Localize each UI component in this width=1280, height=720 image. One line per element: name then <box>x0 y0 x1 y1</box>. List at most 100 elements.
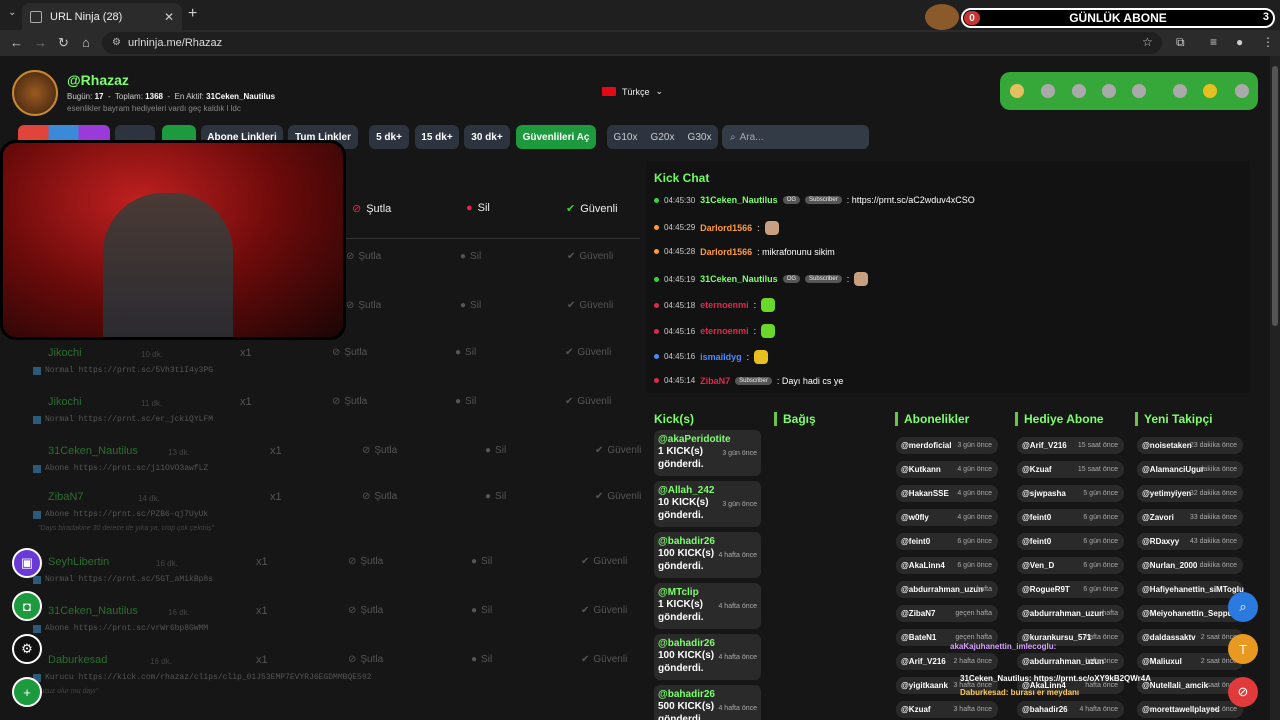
row-username[interactable]: ZibaN7 <box>48 491 83 503</box>
abonelikler-pill[interactable]: @ZibaN7 geçen hafta <box>896 605 998 622</box>
abonelikler-pill[interactable]: @w0fly 4 gün önce <box>896 509 998 526</box>
row-guvenli-action[interactable]: ✔ Güvenli <box>581 605 627 616</box>
row-sil-action[interactable]: ● Sil <box>471 556 492 567</box>
takipci-pill[interactable]: @noisetaken 23 dakika önce <box>1137 437 1243 454</box>
row-username[interactable]: Daburkesad <box>48 654 107 666</box>
abonelikler-pill[interactable]: @Kutkann 4 gün önce <box>896 461 998 478</box>
page-scrollbar[interactable] <box>1270 56 1280 720</box>
row-link[interactable]: Normal https://prnt.sc/5GT_aMikBp8s <box>33 575 213 584</box>
search-float-icon[interactable]: ⌕ <box>1228 592 1258 622</box>
chat-username[interactable]: ZibaN7 <box>700 376 730 386</box>
search-input[interactable]: ⌕ Ara... <box>722 125 869 149</box>
row-sil-action[interactable]: ● Sil <box>455 347 476 358</box>
tab-search-icon[interactable]: ⌄ <box>8 7 16 18</box>
hediye-pill[interactable]: @sjwpasha 5 gün önce <box>1017 485 1124 502</box>
add-user-icon[interactable]: + <box>12 677 42 707</box>
row-sil-action[interactable]: ● Sil <box>471 654 492 665</box>
row-guvenli-action[interactable]: ✔ Güvenli <box>581 556 627 567</box>
row-guvenli-action[interactable]: ✔ Güvenli <box>581 654 627 665</box>
row-sil-action[interactable]: ● Sil <box>485 491 506 502</box>
open-safe-button[interactable]: Güvenlileri Aç <box>516 125 596 149</box>
row-sutla-action[interactable]: ⊘ Şutla <box>332 347 367 358</box>
row-link[interactable]: Kurucu https://kick.com/rhazaz/clips/cli… <box>33 673 371 682</box>
row-sil-action[interactable]: ● Sil <box>460 300 481 311</box>
url-input[interactable]: ⚙ urlninja.me/Rhazaz <box>102 32 1162 54</box>
extensions-icon[interactable]: ⧉ <box>1176 35 1185 50</box>
row-sutla-action[interactable]: ⊘ Şutla <box>348 605 383 616</box>
row-username[interactable]: 31Ceken_Nautilus <box>48 445 138 457</box>
row-sutla-action[interactable]: ⊘ Şutla <box>362 445 397 456</box>
row-link[interactable]: Abone https://prnt.sc/j11OVO3awfLZ <box>33 464 208 473</box>
bookmark-star-icon[interactable]: ☆ <box>1142 35 1153 49</box>
takipci-pill[interactable]: @RDaxyy 43 dakika önce <box>1137 533 1243 550</box>
chat-username[interactable]: eternoenmi <box>700 326 749 336</box>
remove-user-icon[interactable]: ⊘ <box>1228 677 1258 707</box>
t-float-icon[interactable]: T <box>1228 634 1258 664</box>
new-tab-icon[interactable]: + <box>188 5 197 23</box>
chat-username[interactable]: 31Ceken_Nautilus <box>700 274 778 284</box>
chat-username[interactable]: Darlord1566 <box>700 223 752 233</box>
takipci-pill[interactable]: @Hafiyehanettin_siMTogIu <box>1137 581 1244 598</box>
chat-username[interactable]: Darlord1566 <box>700 247 752 257</box>
profile-icon[interactable]: ● <box>1236 35 1243 49</box>
abonelikler-pill[interactable]: @Arif_V216 2 hafta önce <box>896 653 998 670</box>
browser-menu-icon[interactable]: ⋮ <box>1262 35 1274 49</box>
row-username[interactable]: SeyhLibertin <box>48 556 109 568</box>
tab-close-icon[interactable]: ✕ <box>164 10 174 24</box>
kick-card-user[interactable]: @bahadir26 <box>658 689 757 700</box>
row-sil-action[interactable]: ● Sil <box>471 605 492 616</box>
5dk-button[interactable]: 5 dk+ <box>369 125 409 149</box>
home-icon[interactable]: ⌂ <box>82 35 90 50</box>
row-sil-action[interactable]: ● Sil <box>455 396 476 407</box>
row-sutla-action[interactable]: ⊘ Şutla <box>346 300 381 311</box>
kick-card-user[interactable]: @akaPeridotite <box>658 434 757 445</box>
abonelikler-pill[interactable]: @HakanSSE 4 gün önce <box>896 485 998 502</box>
chat-username[interactable]: 31Ceken_Nautilus <box>700 195 778 205</box>
hediye-pill[interactable]: @bahadir26 4 hafta önce <box>1017 701 1124 718</box>
trash-icon[interactable] <box>1173 84 1187 98</box>
row-link[interactable]: Normal https://prnt.sc/er_jckiQYLFM <box>33 415 213 424</box>
hediye-pill[interactable]: @abdurrahman_uzun hafta önce <box>1017 653 1124 670</box>
row-username[interactable]: Jikochi <box>48 347 82 359</box>
takipci-pill[interactable]: @daldassaktv 2 saat önce <box>1137 629 1243 646</box>
hediye-pill[interactable]: @Ven_D 6 gün önce <box>1017 557 1124 574</box>
hediye-pill[interactable]: @feint0 6 gün önce <box>1017 533 1124 550</box>
15dk-button[interactable]: 15 dk+ <box>415 125 459 149</box>
takipci-pill[interactable]: @Nurlan_2000 dakika önce <box>1137 557 1243 574</box>
row-guvenli-action[interactable]: ✔ Güvenli <box>565 396 611 407</box>
hediye-pill[interactable]: @Arif_V216 15 saat önce <box>1017 437 1124 454</box>
30dk-button[interactable]: 30 dk+ <box>464 125 510 149</box>
pause-icon[interactable] <box>1203 84 1217 98</box>
hediye-pill[interactable]: @feint0 6 gün önce <box>1017 509 1124 526</box>
row-guvenli-action[interactable]: ✔ Güvenli <box>595 491 641 502</box>
kick-card-user[interactable]: @bahadir26 <box>658 536 757 547</box>
takipci-pill[interactable]: @Zavori 33 dakika önce <box>1137 509 1243 526</box>
instagram-icon[interactable] <box>1072 84 1086 98</box>
settings-gear-icon[interactable]: ⚙ <box>12 634 42 664</box>
reload-icon[interactable]: ↻ <box>58 35 69 51</box>
hediye-pill[interactable]: @abdurrahman_uzun hafta <box>1017 605 1124 622</box>
g10-button[interactable]: G10x <box>614 132 638 143</box>
row-guvenli-action[interactable]: ✔ Güvenli <box>565 347 611 358</box>
row-guvenli-action[interactable]: ✔ Güvenli <box>595 445 641 456</box>
takipci-pill[interactable]: @AlamanciUgur dakika önce <box>1137 461 1243 478</box>
row-link[interactable]: Abone https://prnt.sc/vrWr6bp8GWMM <box>33 624 208 633</box>
g20-button[interactable]: G20x <box>651 132 675 143</box>
discord-icon[interactable] <box>1132 84 1146 98</box>
reading-list-icon[interactable]: ≡ <box>1210 35 1217 49</box>
kick-card-user[interactable]: @MTclip <box>658 587 757 598</box>
language-select[interactable]: Türkçe ⌄ <box>602 86 663 97</box>
browser-tab[interactable]: URL Ninja (28) ✕ <box>22 3 182 30</box>
row-link[interactable]: Abone https://prnt.sc/PZB6-qj7UyUk <box>33 510 208 519</box>
takipci-pill[interactable]: @morettawellplayed saat önce <box>1137 701 1243 718</box>
row-sutla-action[interactable]: ⊘ Şutla <box>348 654 383 665</box>
hediye-pill[interactable]: @Kzuaf 15 saat önce <box>1017 461 1124 478</box>
takipci-pill[interactable]: @Maliuxul 2 saat önce <box>1137 653 1243 670</box>
hediye-pill[interactable]: @RogueR9T 6 gün önce <box>1017 581 1124 598</box>
kick-card-user[interactable]: @Allah_242 <box>658 485 757 496</box>
twitch-icon[interactable]: ▣ <box>12 548 42 578</box>
youtube-icon[interactable] <box>1102 84 1116 98</box>
abonelikler-pill[interactable]: @merdoficial 3 gün önce <box>896 437 998 454</box>
forward-icon[interactable]: → <box>34 35 47 50</box>
row-sutla-action[interactable]: ⊘ Şutla <box>332 396 367 407</box>
